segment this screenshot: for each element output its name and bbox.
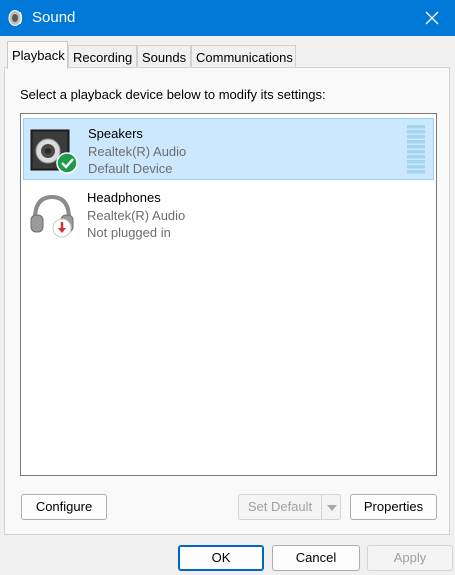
tab-playback[interactable]: Playback xyxy=(7,41,68,69)
device-list[interactable]: Speakers Realtek(R) Audio Default Device xyxy=(20,113,437,476)
down-arrow-badge-icon xyxy=(52,218,72,238)
apply-button[interactable]: Apply xyxy=(367,545,453,571)
device-driver: Realtek(R) Audio xyxy=(88,144,187,159)
device-name: Speakers xyxy=(88,126,143,141)
volume-level-meter xyxy=(407,125,425,175)
properties-button[interactable]: Properties xyxy=(350,494,437,520)
instruction-text: Select a playback device below to modify… xyxy=(20,87,326,102)
playback-panel: Select a playback device below to modify… xyxy=(4,67,450,535)
speakers-icon xyxy=(29,127,78,175)
configure-button[interactable]: Configure xyxy=(21,494,107,520)
close-icon xyxy=(425,11,439,25)
cancel-button[interactable]: Cancel xyxy=(272,545,360,571)
headphones-icon xyxy=(28,191,76,239)
tab-sounds[interactable]: Sounds xyxy=(137,45,191,68)
checkmark-badge-icon xyxy=(56,152,78,174)
tab-strip: Playback Recording Sounds Communications xyxy=(0,36,455,69)
speaker-icon xyxy=(6,9,24,27)
device-headphones[interactable]: Headphones Realtek(R) Audio Not plugged … xyxy=(23,183,434,245)
device-status: Not plugged in xyxy=(87,225,171,240)
device-driver: Realtek(R) Audio xyxy=(87,208,186,223)
set-default-button[interactable]: Set Default xyxy=(238,494,322,520)
tab-recording[interactable]: Recording xyxy=(68,45,137,68)
set-default-dropdown[interactable] xyxy=(321,494,341,520)
device-speakers[interactable]: Speakers Realtek(R) Audio Default Device xyxy=(23,118,434,180)
ok-button[interactable]: OK xyxy=(178,545,264,571)
window-title: Sound xyxy=(32,9,76,26)
close-button[interactable] xyxy=(409,0,455,36)
device-status: Default Device xyxy=(88,161,173,176)
title-bar: Sound xyxy=(0,0,455,36)
tab-communications[interactable]: Communications xyxy=(191,45,296,68)
device-name: Headphones xyxy=(87,190,161,205)
chevron-down-icon xyxy=(327,505,337,511)
